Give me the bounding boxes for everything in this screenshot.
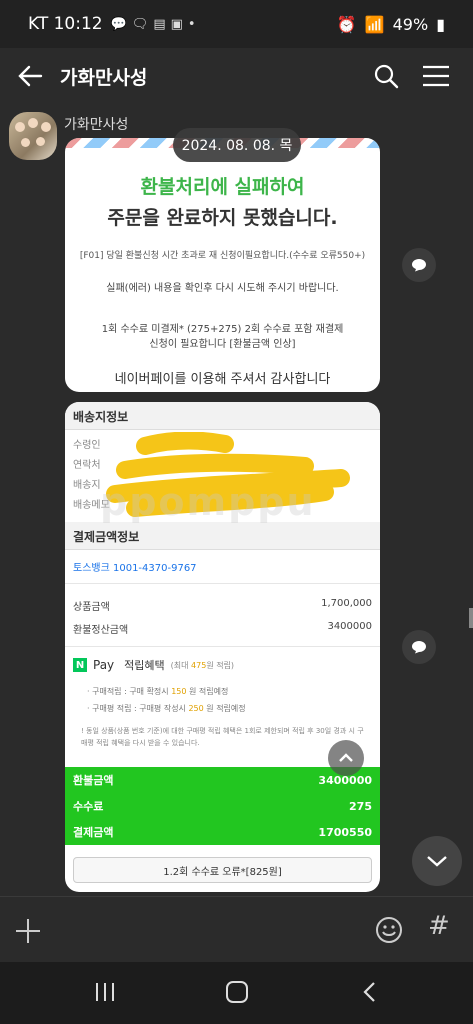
thanks-text: 네이버페이를 이용해 주셔서 감사합니다 [114, 372, 331, 387]
search-button[interactable] [361, 48, 411, 104]
payment-label: 환불정산금액 [73, 625, 129, 636]
menu-button[interactable] [411, 48, 461, 104]
npay-note: ! 동일 상품(상품 번호 기준)에 대한 구매평 적립 혜택은 1회로 제한되… [81, 727, 364, 747]
notification-icons: 💬 🗨 ▤ ▣ • [111, 17, 196, 32]
sender-name: 가화만사성 [64, 117, 129, 133]
emoticon-button[interactable] [374, 915, 404, 949]
search-icon [374, 64, 399, 89]
status-bar: KT 10:12 💬 🗨 ▤ ▣ • ⏰ 📶 49% ▮ [0, 0, 473, 48]
edge-panel-handle[interactable] [469, 608, 473, 628]
npay-detail: · 구매적립 : 구매 확정시 150 원 적립예정 [87, 687, 229, 696]
carrier-time: KT 10:12 [28, 14, 103, 34]
home-button[interactable] [226, 981, 248, 1003]
speech-bubble-icon [412, 259, 426, 272]
payment-header: 결제금액정보 [65, 522, 380, 550]
back-button[interactable] [0, 48, 60, 104]
totals-box: 환불금액 3400000 수수료 275 결제금액 1700550 [65, 767, 380, 845]
hashtag-button[interactable]: # [428, 911, 450, 941]
fee-line: 1회 수수료 미결제* (275+275) 2회 수수료 포함 재결제 신청이 … [73, 322, 372, 352]
shipping-header: 배송지정보 [65, 402, 380, 430]
message-icon: 💬 [110, 16, 127, 32]
recent-apps-button[interactable] [94, 982, 116, 1006]
dot-icon: • [187, 16, 196, 32]
payment-row: 상품금액 1,700,000 [65, 594, 380, 617]
failure-subtitle: 주문을 완료하지 못했습니다. [107, 207, 338, 229]
message-input-bar: # [0, 896, 473, 962]
chat-header: 가화만사성 [0, 48, 473, 104]
date-badge: 2024. 08. 08. 목 [173, 128, 301, 162]
fee-line-1: 1회 수수료 미결제* (275+275) 2회 수수료 포함 재결제 [101, 324, 344, 335]
total-row: 수수료 275 [73, 799, 372, 814]
scroll-up-button[interactable] [328, 740, 364, 776]
total-row: 결제금액 1700550 [73, 825, 372, 840]
npay-limit: (최대 475원 적립) [170, 660, 235, 670]
battery-level: 49% [392, 14, 429, 34]
share-button-2[interactable] [402, 630, 436, 664]
alarm-icon: ⏰ [336, 14, 357, 34]
chat-title: 가화만사성 [60, 66, 148, 89]
chevron-down-icon [427, 856, 447, 867]
battery-icon: ▮ [436, 14, 445, 34]
npay-benefit: 적립혜택 [124, 659, 165, 672]
chevron-left-icon [363, 982, 375, 1002]
retry-line: 실패(에러) 내용을 확인후 다시 시도해 주시기 바랍니다. [106, 283, 339, 294]
npay-benefit-box: N Pay 적립혜택 (최대 475원 적립) · 구매적립 : 구매 확정시 … [65, 646, 380, 753]
payment-value: 1,700,000 [321, 598, 372, 609]
watermark: ppomppu [100, 480, 316, 524]
payment-row: 환불정산금액 3400000 [65, 617, 380, 640]
fee-error-button[interactable]: 1.2회 수수료 오류*[825원] [73, 857, 372, 883]
back-nav-button[interactable] [362, 981, 376, 1007]
wifi-icon: 📶 [364, 14, 385, 34]
fee-line-2: 신청이 필요합니다 [환불금액 인상] [149, 339, 296, 350]
npay-pay-text: Pay [93, 658, 115, 672]
recent-apps-icon [96, 983, 114, 1001]
order-detail-image[interactable]: 배송지정보 수령인 연락처 배송지 배송메모 결제금액정보 토스뱅크 1001-… [65, 402, 380, 892]
npay-detail: · 구매평 적립 : 구매평 작성시 250 원 적립예정 [87, 704, 246, 713]
plus-icon [16, 919, 40, 943]
sender-avatar[interactable] [9, 112, 57, 160]
speech-bubble-icon [412, 641, 426, 654]
card-icon: ▤ [153, 16, 166, 32]
error-code-line: [F01] 당일 환불신청 시간 초과로 재 신청이필요합니다.(수수료 오류5… [79, 251, 366, 261]
image-icon: ▣ [170, 16, 183, 32]
add-button[interactable] [14, 917, 42, 949]
chat-area[interactable]: 가화만사성 2024. 08. 08. 목 환불처리에 실패하여 주문을 완료하… [0, 104, 473, 896]
chevron-up-icon [339, 753, 353, 762]
npay-logo: N [73, 658, 87, 672]
refund-failure-image[interactable]: 환불처리에 실패하여 주문을 완료하지 못했습니다. [F01] 당일 환불신청… [65, 138, 380, 392]
share-button-1[interactable] [402, 248, 436, 282]
system-nav-bar [0, 962, 473, 1024]
hamburger-icon [423, 65, 449, 87]
failure-title: 환불처리에 실패하여 [140, 176, 305, 198]
smiley-icon [376, 917, 402, 943]
payment-label: 상품금액 [73, 602, 110, 613]
payment-value: 3400000 [327, 621, 372, 632]
talk-icon: 🗨 [131, 16, 149, 32]
bank-account: 토스뱅크 1001-4370-9767 [65, 550, 380, 584]
arrow-left-icon [18, 65, 43, 87]
scroll-down-button[interactable] [412, 836, 462, 886]
